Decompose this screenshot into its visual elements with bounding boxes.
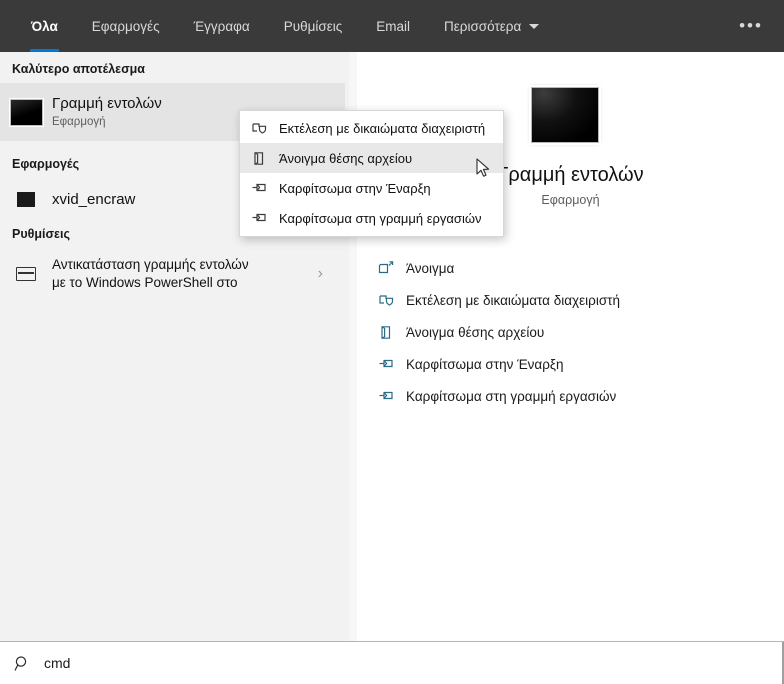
list-item-setting[interactable]: Αντικατάσταση γραμμής εντολών με το Wind… (0, 248, 345, 300)
app-text: xvid_encraw (52, 190, 135, 209)
action-pin-to-start[interactable]: Καρφίτσωμα στην Έναρξη (357, 348, 784, 380)
overflow-menu-button[interactable]: ••• (734, 14, 768, 38)
action-run-as-admin[interactable]: Εκτέλεση με δικαιώματα διαχειριστή (357, 284, 784, 316)
pin-icon (378, 388, 406, 405)
tab-email-label: Email (376, 18, 411, 34)
file-location-icon (251, 150, 279, 167)
action-open-file-location[interactable]: Άνοιγμα θέσης αρχείου (357, 316, 784, 348)
open-icon (378, 260, 406, 277)
setting-label-line2: με το Windows PowerShell στο (52, 275, 238, 290)
chevron-right-icon: › (317, 265, 323, 282)
context-menu: Εκτέλεση με δικαιώματα διαχειριστή Άνοιγ… (239, 110, 504, 237)
action-open-file-location-label: Άνοιγμα θέσης αρχείου (406, 324, 545, 340)
apps-heading: Εφαρμογές (12, 157, 80, 171)
best-match-title: Γραμμή εντολών (52, 95, 162, 112)
shield-run-icon (378, 292, 406, 309)
tab-email[interactable]: Email (359, 0, 427, 52)
action-open[interactable]: Άνοιγμα (357, 252, 784, 284)
overflow-menu-label: ••• (739, 16, 763, 35)
tab-apps-label: Εφαρμογές (91, 18, 160, 34)
command-prompt-icon (0, 191, 52, 207)
command-prompt-icon (0, 98, 52, 126)
pin-icon (378, 356, 406, 373)
app-title: xvid_encraw (52, 190, 136, 208)
setting-text: Αντικατάσταση γραμμής εντολών με το Wind… (52, 256, 249, 292)
context-menu-item-open-file-location-label: Άνοιγμα θέσης αρχείου (279, 150, 413, 166)
tab-apps[interactable]: Εφαρμογές (75, 0, 177, 52)
context-menu-item-run-as-admin-label: Εκτέλεση με δικαιώματα διαχειριστή (279, 120, 486, 136)
tab-all[interactable]: Όλα (14, 0, 75, 52)
tab-documents[interactable]: Έγγραφα (177, 0, 267, 52)
filter-tabs: Όλα Εφαρμογές Έγγραφα Ρυθμίσεις Email Πε… (0, 0, 556, 52)
search-input[interactable] (44, 642, 784, 684)
action-run-as-admin-label: Εκτέλεση με δικαιώματα διαχειριστή (406, 292, 621, 308)
tab-more-label: Περισσότερα (444, 18, 522, 34)
pin-icon (251, 210, 279, 227)
search-bar[interactable] (0, 641, 784, 684)
tab-all-label: Όλα (31, 18, 58, 34)
monitor-icon (0, 267, 52, 281)
app-actions-list: Άνοιγμα Εκτέλεση με δικαιώματα διαχειρισ… (357, 252, 784, 412)
context-menu-item-pin-to-start-label: Καρφίτσωμα στην Έναρξη (279, 180, 431, 196)
setting-label-line1: Αντικατάσταση γραμμής εντολών (52, 257, 249, 272)
search-header: Όλα Εφαρμογές Έγγραφα Ρυθμίσεις Email Πε… (0, 0, 784, 52)
shield-run-icon (251, 120, 279, 137)
tab-settings[interactable]: Ρυθμίσεις (267, 0, 360, 52)
action-open-label: Άνοιγμα (406, 260, 455, 276)
tab-more[interactable]: Περισσότερα (427, 0, 556, 52)
pin-icon (251, 180, 279, 197)
best-match-subtitle: Εφαρμογή (52, 116, 106, 128)
best-match-text: Γραμμή εντολών Εφαρμογή (52, 94, 162, 130)
search-icon (0, 655, 44, 672)
context-menu-item-run-as-admin[interactable]: Εκτέλεση με δικαιώματα διαχειριστή (240, 113, 503, 143)
windows-search-panel: Όλα Εφαρμογές Έγγραφα Ρυθμίσεις Email Πε… (0, 0, 784, 684)
context-menu-item-pin-to-taskbar-label: Καρφίτσωμα στη γραμμή εργασιών (279, 210, 482, 226)
settings-heading: Ρυθμίσεις (12, 227, 70, 241)
file-location-icon (378, 324, 406, 341)
action-pin-to-taskbar[interactable]: Καρφίτσωμα στη γραμμή εργασιών (357, 380, 784, 412)
tab-settings-label: Ρυθμίσεις (283, 18, 343, 34)
chevron-down-icon (529, 23, 540, 29)
context-menu-item-pin-to-start[interactable]: Καρφίτσωμα στην Έναρξη (240, 173, 503, 203)
action-pin-to-start-label: Καρφίτσωμα στην Έναρξη (406, 356, 564, 372)
context-menu-item-open-file-location[interactable]: Άνοιγμα θέσης αρχείου (240, 143, 503, 173)
tab-documents-label: Έγγραφα (193, 18, 250, 34)
context-menu-item-pin-to-taskbar[interactable]: Καρφίτσωμα στη γραμμή εργασιών (240, 203, 503, 233)
action-pin-to-taskbar-label: Καρφίτσωμα στη γραμμή εργασιών (406, 388, 617, 404)
command-prompt-icon (531, 87, 599, 143)
best-match-heading: Καλύτερο αποτέλεσμα (12, 62, 145, 76)
